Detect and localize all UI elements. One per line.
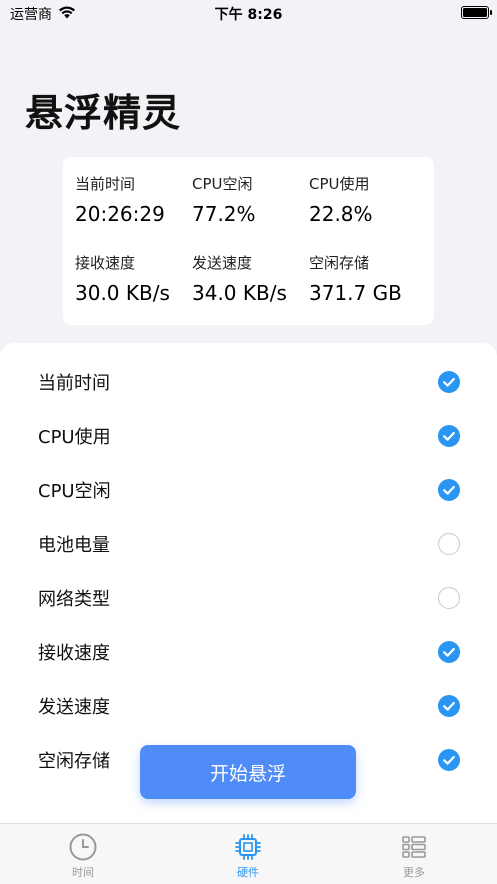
option-row-cpu-usage[interactable]: CPU使用 [0,409,497,463]
checkbox-icon[interactable] [438,641,460,663]
stat-value: 371.7 GB [309,281,402,305]
stat-send-speed: 发送速度 34.0 KB/s [192,252,307,305]
tab-label: 硬件 [237,866,259,879]
option-row-send-speed[interactable]: 发送速度 [0,679,497,733]
stat-label: 接收速度 [75,254,136,272]
option-label: CPU使用 [38,427,111,448]
list-icon [402,836,426,858]
start-float-button[interactable]: 开始悬浮 [140,745,356,799]
stat-current-time: 当前时间 20:26:29 [75,173,190,226]
checkbox-icon[interactable] [438,749,460,771]
stats-card: 当前时间 20:26:29 CPU空闲 77.2% CPU使用 22.8% 接收… [63,157,434,325]
checkbox-icon[interactable] [438,533,460,555]
tab-label: 更多 [403,866,425,879]
option-label: 当前时间 [38,373,110,394]
checkbox-icon[interactable] [438,695,460,717]
checkbox-icon[interactable] [438,371,460,393]
option-label: 发送速度 [38,697,110,718]
option-label: 空闲存储 [38,751,110,772]
checkbox-icon[interactable] [438,425,460,447]
chip-icon [235,834,261,860]
stat-label: CPU使用 [309,175,370,193]
checkbox-icon[interactable] [438,479,460,501]
option-row-current-time[interactable]: 当前时间 [0,355,497,409]
option-row-receive-speed[interactable]: 接收速度 [0,625,497,679]
tab-bar: 时间 硬件 更多 [0,823,497,884]
stat-value: 34.0 KB/s [192,281,287,305]
stat-label: 当前时间 [75,175,136,193]
checkbox-icon[interactable] [438,587,460,609]
stat-label: 空闲存储 [309,254,370,272]
option-row-network-type[interactable]: 网络类型 [0,571,497,625]
stat-cpu-usage: CPU使用 22.8% [309,173,424,226]
tab-more[interactable]: 更多 [374,832,454,880]
stat-value: 22.8% [309,202,373,226]
stat-label: CPU空闲 [192,175,253,193]
tab-label: 时间 [72,866,94,879]
stat-value: 30.0 KB/s [75,281,170,305]
option-row-battery[interactable]: 电池电量 [0,517,497,571]
stat-cpu-idle: CPU空闲 77.2% [192,173,307,226]
status-bar: 运营商 下午 8:26 [0,0,497,26]
clock-icon [69,833,97,861]
page-title: 悬浮精灵 [25,91,182,135]
stat-receive-speed: 接收速度 30.0 KB/s [75,252,190,305]
tab-time[interactable]: 时间 [43,832,123,880]
battery-icon [461,6,492,19]
tab-hardware[interactable]: 硬件 [208,832,288,880]
status-time: 下午 8:26 [214,7,283,23]
option-label: 网络类型 [38,589,110,610]
stat-value: 20:26:29 [75,202,165,226]
option-label: 电池电量 [38,535,110,556]
stat-value: 77.2% [192,202,256,226]
stat-free-storage: 空闲存储 371.7 GB [309,252,424,305]
stat-label: 发送速度 [192,254,253,272]
option-label: 接收速度 [38,643,110,664]
option-row-cpu-idle[interactable]: CPU空闲 [0,463,497,517]
option-label: CPU空闲 [38,481,111,502]
